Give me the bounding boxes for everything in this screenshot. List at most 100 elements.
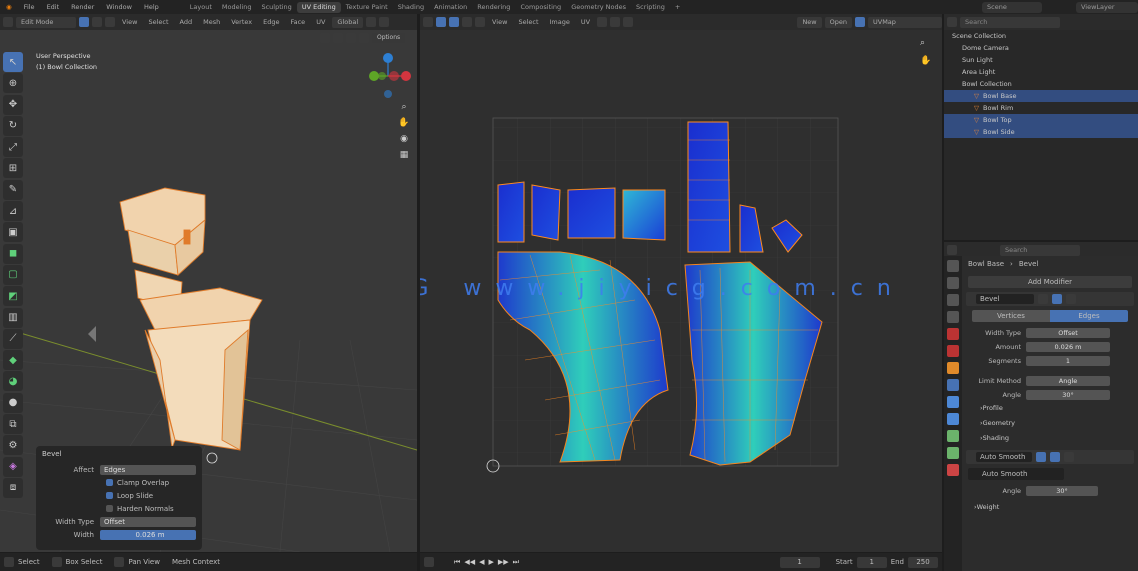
uv-menu-view[interactable]: View [488,18,511,26]
auto-smooth-field[interactable]: Auto Smooth [968,468,1064,480]
uv-pan-hand-icon[interactable]: ✋ [920,56,931,66]
second-modifier-name[interactable]: Auto Smooth [976,452,1032,462]
data-tab-icon[interactable] [947,447,959,459]
play-reverse-icon[interactable]: ◀ [479,558,484,566]
width-type-dropdown[interactable]: Offset [100,516,196,527]
editor-type-icon[interactable] [3,17,13,27]
profile-subpanel[interactable]: › Profile [962,402,1138,414]
face-select-icon[interactable] [105,17,115,27]
menu-edit[interactable]: Edit [41,3,66,11]
amount-field[interactable]: 0.026 m [1026,342,1110,352]
shear-tool-icon[interactable]: ◈ [3,456,23,477]
transform-orientation-dropdown[interactable]: Global [332,16,364,28]
vertex-select-icon[interactable] [79,17,89,27]
uv-vertex-select-icon[interactable] [449,17,459,27]
outliner-type-icon[interactable] [947,17,957,27]
add-cube-tool-icon[interactable]: ▣ [3,222,23,243]
zoom-icon[interactable]: ⌕ [397,102,411,118]
jump-end-icon[interactable]: ⏭ [513,558,519,567]
outliner-row[interactable]: ▽ Bowl Side [944,126,1138,138]
move-tool-icon[interactable]: ✥ [3,94,23,115]
end-frame-field[interactable]: 250 [908,556,938,568]
keyframe-next-icon[interactable]: ▶▶ [498,558,509,566]
knife-tool-icon[interactable]: ⟋ [3,328,23,349]
workspace-tab-sculpting[interactable]: Sculpting [256,2,296,13]
workspace-tab-uv-editing[interactable]: UV Editing [296,1,341,13]
outliner-row[interactable]: Area Light [944,66,1138,78]
loop-slide-checkbox[interactable] [106,492,113,499]
constraints-tab-icon[interactable] [947,430,959,442]
uv-zoom-icon[interactable]: ⌕ [920,38,925,48]
modifier-name-field[interactable]: Bevel [976,294,1034,304]
outliner-row[interactable]: ▽ Bowl Base [944,90,1138,102]
scene-selector[interactable]: Scene [982,1,1042,13]
mode-dropdown[interactable]: Edit Mode [16,16,76,28]
annotate-tool-icon[interactable]: ✎ [3,179,23,200]
view-layer-selector[interactable]: ViewLayer [1076,1,1138,13]
proportional-edit-icon[interactable] [379,17,390,27]
uv-proportional-icon[interactable] [623,17,634,27]
scene-tab-icon[interactable] [947,328,959,340]
cursor-tool-icon[interactable]: ⊕ [3,73,23,94]
perspective-grid-icon[interactable]: ▦ [397,150,411,166]
xray-icon[interactable] [346,33,356,43]
uv-editor-type-icon[interactable] [423,17,433,27]
outliner-row[interactable]: Scene Collection [944,30,1138,42]
menu-view[interactable]: View [118,18,141,26]
uv-snap-icon[interactable] [610,17,621,27]
pan-hand-icon[interactable]: ✋ [397,118,411,134]
shading-subpanel[interactable]: › Shading [962,432,1138,444]
properties-type-icon[interactable] [947,245,957,255]
properties-search-input[interactable]: Search [1000,244,1080,256]
workspace-tab-scripting[interactable]: Scripting [631,2,670,13]
tool-tab-icon[interactable] [947,260,959,272]
options-button[interactable]: Options [372,33,406,43]
shading-solid-icon[interactable] [359,33,369,43]
blender-logo-icon[interactable]: ◉ [0,3,18,11]
weight-subpanel[interactable]: › Weight [962,501,1138,513]
menu-vertex[interactable]: Vertex [227,18,256,26]
inset-tool-icon[interactable]: ▢ [3,264,23,285]
show-viewport-icon[interactable] [1052,294,1062,304]
camera-view-icon[interactable]: ◉ [397,134,411,150]
outliner-search-input[interactable]: Search [960,16,1060,28]
spin-tool-icon[interactable]: ◕ [3,371,23,392]
segments-field[interactable]: 1 [1026,356,1110,366]
outliner-row[interactable]: Sun Light [944,54,1138,66]
outliner-row[interactable]: Dome Camera [944,42,1138,54]
uv-sync-selection-icon[interactable] [436,17,446,27]
outliner-row[interactable]: ▽ Bowl Top [944,114,1138,126]
physics-tab-icon[interactable] [947,413,959,425]
workspace-tab-layout[interactable]: Layout [185,2,217,13]
render-tab-icon[interactable] [947,277,959,289]
geometry-subpanel[interactable]: › Geometry [962,417,1138,429]
uv-face-select-icon[interactable] [475,17,485,27]
poly-build-tool-icon[interactable]: ◆ [3,350,23,371]
show-gizmo-icon[interactable] [320,33,330,43]
second-show-editmode-icon[interactable] [1036,452,1046,462]
world-tab-icon[interactable] [947,345,959,357]
clamp-overlap-checkbox[interactable] [106,479,113,486]
add-modifier-button[interactable]: Add Modifier [968,276,1132,288]
menu-render[interactable]: Render [65,3,100,11]
harden-normals-checkbox[interactable] [106,505,113,512]
workspace-tab-animation[interactable]: Animation [429,2,472,13]
play-icon[interactable]: ▶ [488,558,493,566]
workspace-tab-rendering[interactable]: Rendering [472,2,515,13]
add-workspace-icon[interactable]: + [670,2,685,13]
uv-menu-image[interactable]: Image [546,18,574,26]
menu-file[interactable]: File [18,3,41,11]
uv-menu-uv[interactable]: UV [577,18,594,26]
keyframe-prev-icon[interactable]: ◀◀ [464,558,475,566]
show-render-icon[interactable] [1066,294,1076,304]
uv-menu-select[interactable]: Select [514,18,542,26]
object-tab-icon[interactable] [947,362,959,374]
smooth-tool-icon[interactable]: ● [3,392,23,413]
bevel-tool-icon[interactable]: ◩ [3,286,23,307]
navigation-gizmo[interactable] [362,50,414,102]
timeline-editor-icon[interactable] [424,557,434,567]
view-layer-tab-icon[interactable] [947,311,959,323]
start-frame-field[interactable]: 1 [856,556,887,568]
outliner-row[interactable]: Bowl Collection [944,78,1138,90]
shrink-fatten-tool-icon[interactable]: ⚙ [3,435,23,456]
